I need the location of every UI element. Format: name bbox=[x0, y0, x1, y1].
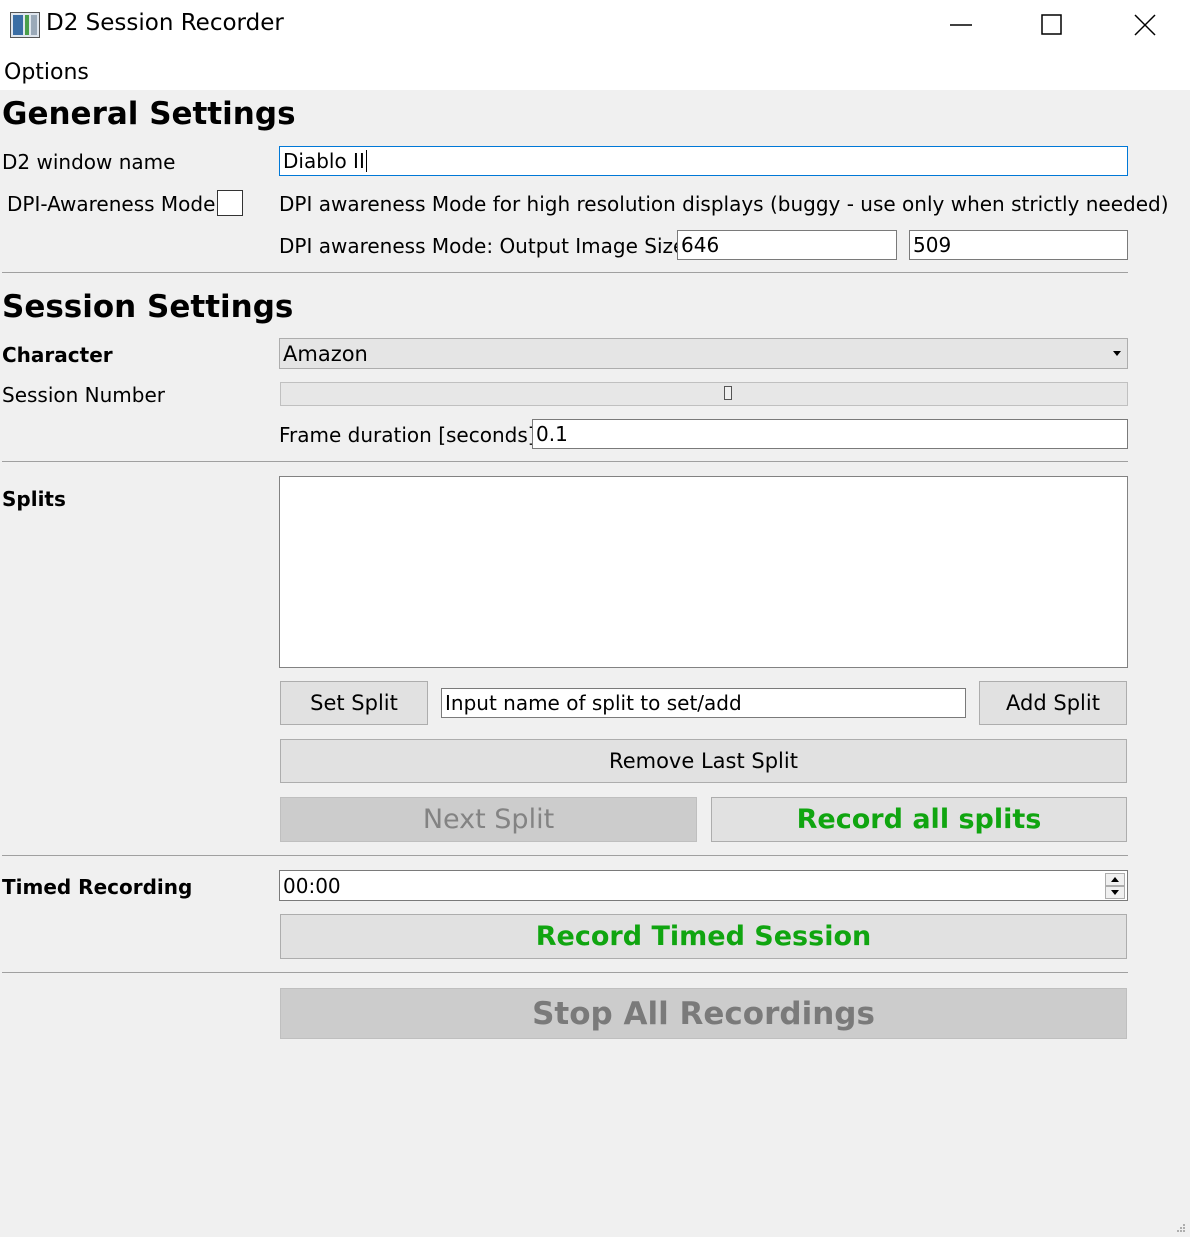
slider-handle[interactable] bbox=[724, 386, 732, 400]
split-name-input[interactable]: Input name of split to set/add bbox=[441, 688, 966, 718]
frame-duration-label: Frame duration [seconds] bbox=[279, 423, 536, 447]
session-number-label: Session Number bbox=[2, 383, 166, 407]
window-name-value: Diablo II bbox=[283, 149, 365, 173]
minimize-button[interactable] bbox=[915, 0, 1007, 50]
output-size-label: DPI awareness Mode: Output Image Size bbox=[279, 234, 686, 258]
timed-recording-label: Timed Recording bbox=[2, 875, 193, 899]
maximize-button[interactable] bbox=[1006, 0, 1098, 50]
text-cursor bbox=[365, 150, 367, 172]
next-split-button[interactable]: Next Split bbox=[280, 797, 697, 842]
app-icon bbox=[10, 12, 40, 38]
output-height-input[interactable]: 509 bbox=[909, 230, 1128, 260]
set-split-button[interactable]: Set Split bbox=[280, 681, 428, 725]
frame-duration-value: 0.1 bbox=[536, 422, 568, 446]
splits-list[interactable] bbox=[279, 476, 1128, 668]
separator bbox=[2, 972, 1128, 973]
window-title: D2 Session Recorder bbox=[46, 10, 284, 36]
title-bar[interactable]: D2 Session Recorder bbox=[0, 0, 1190, 50]
dpi-awareness-label: DPI-Awareness Mode bbox=[7, 192, 216, 216]
split-name-placeholder: Input name of split to set/add bbox=[445, 691, 742, 715]
chevron-down-icon bbox=[1113, 351, 1121, 356]
record-timed-session-button[interactable]: Record Timed Session bbox=[280, 914, 1127, 959]
output-width-input[interactable]: 646 bbox=[677, 230, 897, 260]
dpi-description: DPI awareness Mode for high resolution d… bbox=[279, 192, 1169, 216]
separator bbox=[2, 272, 1128, 273]
stop-all-recordings-button[interactable]: Stop All Recordings bbox=[280, 988, 1127, 1039]
spin-down-icon[interactable] bbox=[1105, 886, 1125, 899]
separator bbox=[2, 461, 1128, 462]
add-split-button[interactable]: Add Split bbox=[979, 681, 1127, 725]
separator bbox=[2, 855, 1128, 856]
character-select[interactable]: Amazon bbox=[279, 338, 1128, 369]
character-label: Character bbox=[2, 343, 113, 367]
output-height-value: 509 bbox=[913, 233, 952, 257]
maximize-icon bbox=[1041, 14, 1062, 35]
character-value: Amazon bbox=[283, 341, 368, 366]
timed-recording-value: 00:00 bbox=[283, 873, 341, 898]
spin-up-icon[interactable] bbox=[1105, 873, 1125, 886]
close-button[interactable] bbox=[1098, 0, 1190, 50]
general-settings-heading: General Settings bbox=[2, 96, 296, 132]
session-settings-heading: Session Settings bbox=[2, 289, 294, 325]
frame-duration-input[interactable]: 0.1 bbox=[532, 419, 1128, 449]
close-icon bbox=[1134, 14, 1156, 36]
session-number-slider[interactable] bbox=[280, 382, 1128, 406]
menu-bar: Options bbox=[0, 50, 1190, 90]
minimize-icon bbox=[950, 24, 972, 26]
splits-label: Splits bbox=[2, 487, 66, 511]
remove-last-split-button[interactable]: Remove Last Split bbox=[280, 739, 1127, 783]
output-width-value: 646 bbox=[681, 233, 720, 257]
timed-recording-input[interactable]: 00:00 bbox=[279, 870, 1128, 901]
dpi-awareness-checkbox[interactable] bbox=[217, 190, 243, 216]
window-name-label: D2 window name bbox=[2, 150, 176, 174]
menu-options[interactable]: Options bbox=[4, 60, 89, 85]
resize-grip-icon[interactable] bbox=[1176, 1223, 1186, 1233]
record-all-splits-button[interactable]: Record all splits bbox=[711, 797, 1127, 842]
window-name-input[interactable]: Diablo II bbox=[279, 146, 1128, 176]
